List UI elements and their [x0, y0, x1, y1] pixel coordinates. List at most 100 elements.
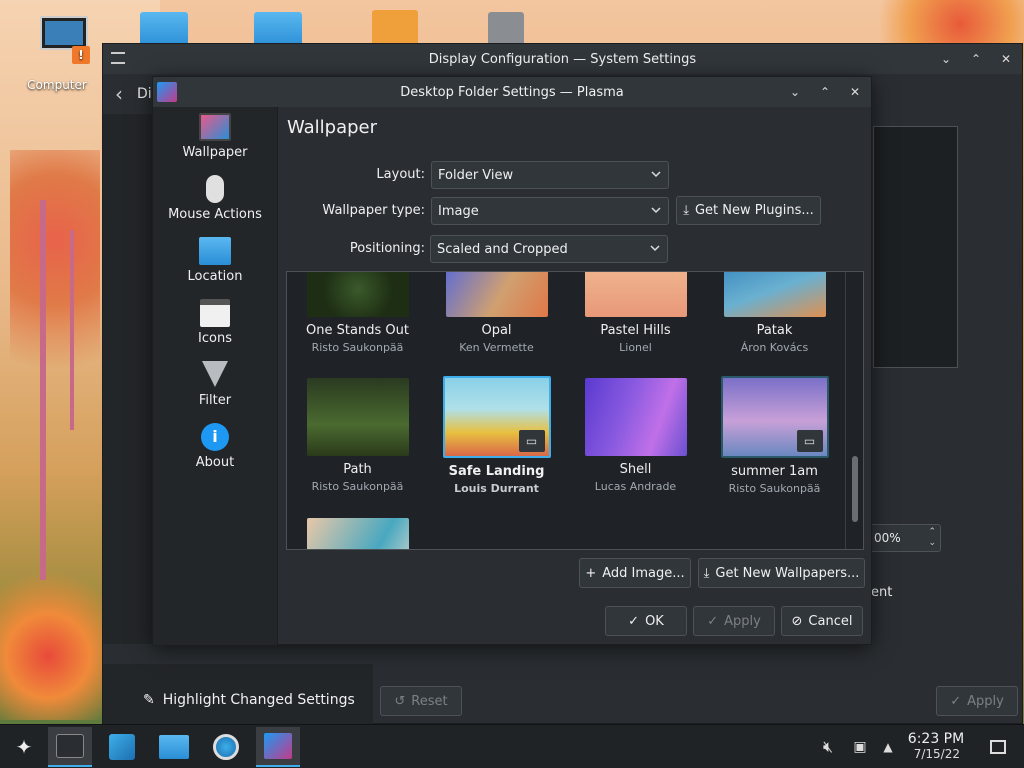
- wallpaper-author: Risto Saukonpää: [728, 482, 821, 495]
- desktop-icon-computer[interactable]: ! Computer: [22, 14, 92, 92]
- wallpaper-name: Shell: [619, 462, 652, 477]
- wallpaper-thumbnail: [445, 272, 548, 317]
- reset-button[interactable]: ↺ Reset: [380, 686, 462, 716]
- wallpaper-tile-path[interactable]: Path Risto Saukonpää: [288, 378, 427, 493]
- grid-scrollbar[interactable]: [845, 272, 863, 549]
- download-icon: ⤓: [683, 203, 689, 218]
- wallpaper-thumbnail: [306, 378, 409, 456]
- back-arrow-icon[interactable]: ‹: [115, 82, 123, 106]
- folder-icon[interactable]: ▭: [796, 430, 823, 452]
- settings-apply-button[interactable]: ✓ Apply: [936, 686, 1018, 716]
- get-new-wallpapers-button[interactable]: ⤓ Get New Wallpapers...: [698, 558, 865, 588]
- chevron-down-icon: [651, 171, 661, 178]
- wallpaper-tile-safe-landing[interactable]: ▭ Safe Landing Louis Durrant: [427, 376, 566, 495]
- positioning-value: Scaled and Cropped: [437, 241, 568, 257]
- plus-icon: +: [585, 565, 597, 581]
- computer-icon: !: [32, 14, 90, 64]
- settings-breadcrumb-fragment: Di: [137, 86, 152, 102]
- layout-label: Layout:: [376, 167, 425, 182]
- clock[interactable]: 6:23 PM 7/15/22: [900, 731, 972, 761]
- wallpaper-type-select[interactable]: Image: [431, 197, 669, 225]
- chevron-up-icon[interactable]: ⌃: [817, 85, 833, 99]
- sidebar-label: Filter: [198, 393, 232, 408]
- apply-button[interactable]: ✓ Apply: [693, 606, 775, 636]
- cancel-icon: ⊘: [791, 613, 803, 629]
- ent-text: ent: [871, 585, 893, 600]
- reset-label: Reset: [411, 693, 448, 709]
- page-title: Wallpaper: [287, 117, 378, 138]
- system-settings-title: Display Configuration — System Settings: [428, 51, 697, 67]
- show-desktop-icon[interactable]: [976, 727, 1020, 767]
- wallpaper-author: Áron Kovács: [740, 341, 809, 354]
- sidebar-item-location[interactable]: Location: [153, 237, 277, 284]
- wallpaper-thumbnail: [723, 272, 826, 317]
- sidebar-item-wallpaper[interactable]: Wallpaper: [153, 113, 277, 160]
- ok-button[interactable]: ✓ OK: [605, 606, 687, 636]
- wallpaper-tile-one-stands-out[interactable]: One Stands Out Risto Saukonpää: [288, 272, 427, 354]
- layout-value: Folder View: [438, 167, 514, 183]
- chevron-down-icon: [650, 245, 660, 252]
- add-image-button[interactable]: + Add Image...: [579, 558, 691, 588]
- system-settings-titlebar[interactable]: Display Configuration — System Settings …: [103, 44, 1022, 74]
- sidebar-item-about[interactable]: i About: [153, 423, 277, 470]
- sidebar-item-icons[interactable]: Icons: [153, 299, 277, 346]
- wallpaper-tile-shell[interactable]: Shell Lucas Andrade: [566, 378, 705, 493]
- apply-label: Apply: [724, 613, 761, 629]
- settings-apply-label: Apply: [967, 693, 1004, 709]
- close-icon[interactable]: ✕: [998, 52, 1014, 66]
- layout-select[interactable]: Folder View: [431, 161, 669, 189]
- wallpaper-type-label: Wallpaper type:: [322, 203, 425, 218]
- sidebar-item-filter[interactable]: Filter: [153, 361, 277, 408]
- chevron-down-icon[interactable]: ⌄: [787, 85, 803, 99]
- highlight-changed-label: Highlight Changed Settings: [162, 692, 355, 708]
- scale-spinbox[interactable]: 00% ⌃ ⌄: [869, 524, 941, 552]
- file-manager-icon[interactable]: [152, 727, 196, 767]
- close-icon[interactable]: ✕: [847, 85, 863, 99]
- chevron-down-icon: [651, 207, 661, 214]
- add-image-label: Add Image...: [602, 565, 685, 581]
- browser-icon[interactable]: [204, 727, 248, 767]
- dialog-title: Desktop Folder Settings — Plasma: [400, 84, 624, 100]
- dialog-titlebar[interactable]: Desktop Folder Settings — Plasma ⌄ ⌃ ✕: [153, 77, 871, 107]
- get-new-plugins-button[interactable]: ⤓ Get New Plugins...: [676, 196, 821, 225]
- icons-icon: [200, 299, 230, 327]
- get-new-plugins-label: Get New Plugins...: [694, 203, 814, 218]
- system-settings-task-icon[interactable]: [48, 727, 92, 767]
- folder-icon[interactable]: ▭: [518, 430, 545, 452]
- check-icon: ✓: [707, 613, 719, 629]
- sidebar-item-mouse-actions[interactable]: Mouse Actions: [153, 175, 277, 222]
- wallpaper-name: summer 1am: [731, 464, 818, 479]
- wallpaper-author: Lucas Andrade: [594, 480, 677, 493]
- wallpaper-name: Safe Landing: [448, 464, 545, 479]
- chevron-down-icon[interactable]: ⌄: [938, 52, 954, 66]
- wallpaper-thumbnail: [584, 378, 687, 456]
- wallpaper-thumbnail: [306, 518, 409, 549]
- scrollbar-handle[interactable]: [852, 456, 858, 522]
- wallpaper-tile-partial[interactable]: [288, 518, 427, 549]
- clock-time: 6:23 PM: [907, 731, 965, 747]
- app-launcher-icon[interactable]: ✦: [2, 727, 46, 767]
- desktop-icon-trash[interactable]: [488, 12, 524, 46]
- sidebar-label: About: [195, 455, 235, 470]
- wallpaper-thumbnail: [584, 272, 687, 317]
- wallpaper-tile-pastel-hills[interactable]: Pastel Hills Lionel: [566, 272, 705, 354]
- sidebar-label: Icons: [198, 331, 232, 346]
- wallpaper-author: Risto Saukonpää: [311, 480, 404, 493]
- wallpaper-author: Louis Durrant: [454, 482, 539, 495]
- mouse-icon: [206, 175, 224, 203]
- highlight-changed-button[interactable]: ✎ Highlight Changed Settings: [143, 692, 355, 708]
- wallpaper-tile-patak[interactable]: Patak Áron Kovács: [705, 272, 844, 354]
- plasma-settings-task-icon[interactable]: [256, 727, 300, 767]
- cancel-label: Cancel: [808, 613, 853, 629]
- wallpaper-tile-opal[interactable]: Opal Ken Vermette: [427, 272, 566, 354]
- wallpaper-name: Opal: [481, 323, 512, 338]
- positioning-select[interactable]: Scaled and Cropped: [430, 235, 668, 263]
- computer-label: Computer: [27, 78, 87, 92]
- window-menu-icon[interactable]: [111, 52, 125, 64]
- wallpaper-tile-summer-1am[interactable]: ▭ summer 1am Risto Saukonpää: [705, 376, 844, 495]
- discover-icon[interactable]: [100, 727, 144, 767]
- chevron-up-icon[interactable]: ⌃: [968, 52, 984, 66]
- cancel-button[interactable]: ⊘ Cancel: [781, 606, 863, 636]
- spin-arrows-icon[interactable]: ⌃ ⌄: [928, 527, 936, 549]
- wallpaper-author: Lionel: [619, 341, 652, 354]
